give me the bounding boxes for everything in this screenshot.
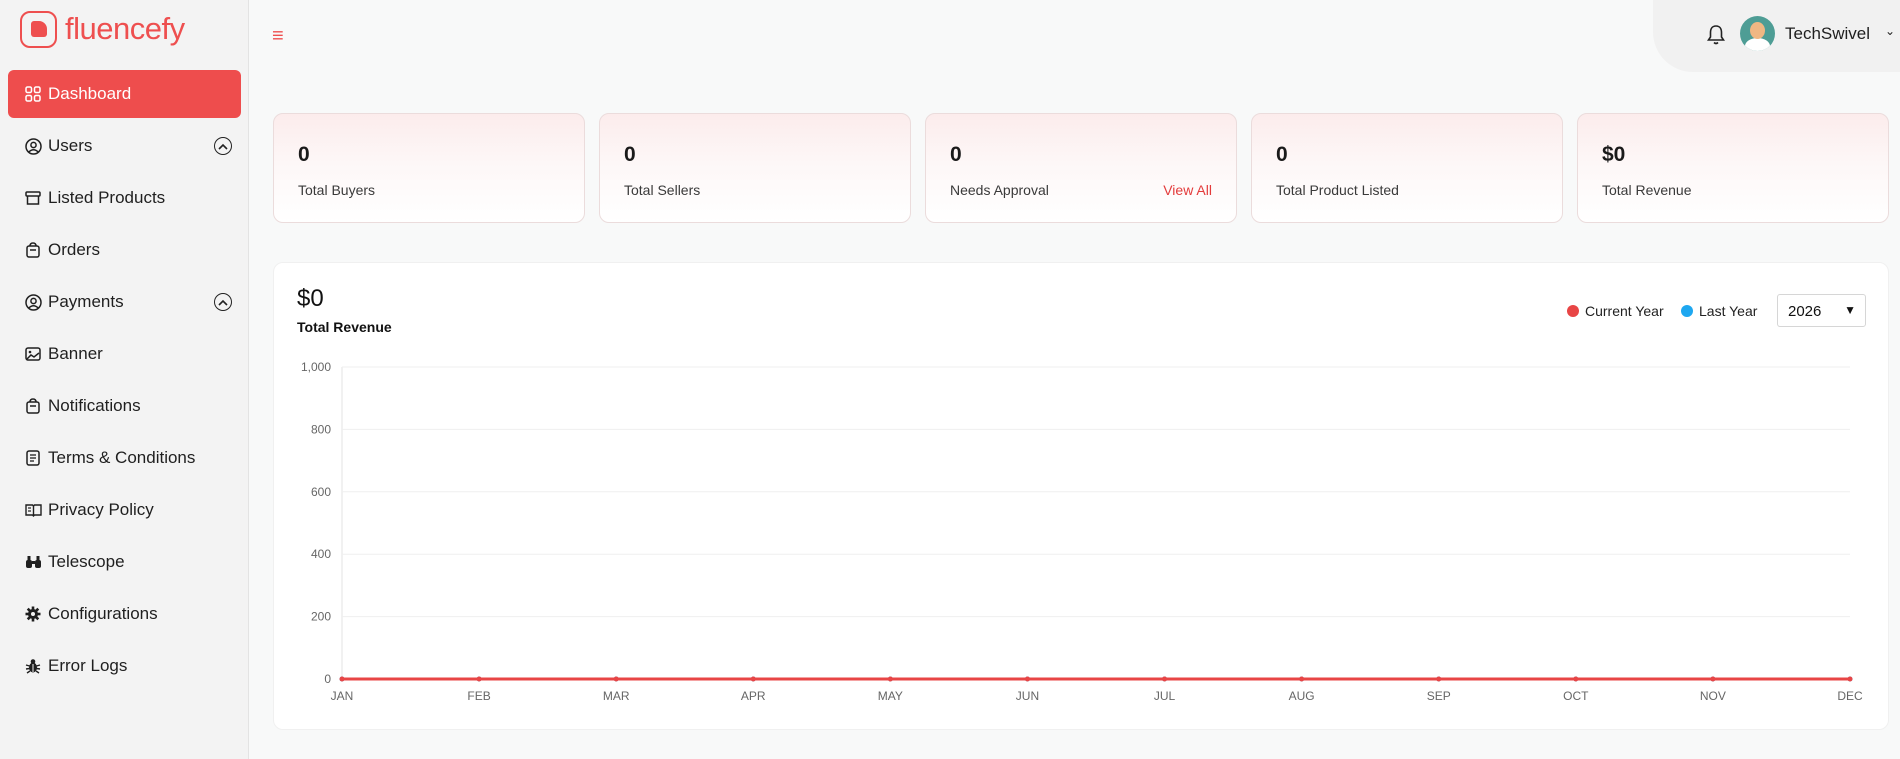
data-point-current-year[interactable] — [1299, 676, 1305, 682]
username[interactable]: TechSwivel — [1785, 24, 1870, 44]
image-icon — [24, 345, 42, 363]
data-point-current-year[interactable] — [1847, 676, 1853, 682]
sidebar-item-notifications[interactable]: Notifications — [8, 382, 241, 430]
sidebar: fluencefy Dashboard Users Listed Products O… — [0, 0, 249, 759]
archive-icon — [24, 189, 42, 207]
y-tick-label: 0 — [324, 672, 331, 686]
sidebar-item-label: Orders — [48, 240, 100, 259]
y-tick-label: 800 — [311, 422, 331, 436]
data-point-current-year[interactable] — [1162, 676, 1168, 682]
sidebar-item-configurations[interactable]: Configurations — [8, 590, 241, 638]
y-tick-label: 600 — [311, 485, 331, 499]
x-tick-label: FEB — [467, 689, 490, 703]
total-sellers-card: 0 Total Sellers — [599, 113, 911, 223]
stat-value: 0 — [624, 143, 636, 166]
sidebar-item-banner[interactable]: Banner — [8, 330, 241, 378]
sidebar-item-label: Payments — [48, 292, 124, 311]
stat-label: Needs Approval — [950, 182, 1049, 198]
x-tick-label: DEC — [1837, 689, 1863, 703]
document-icon — [24, 449, 42, 467]
chevron-down-icon[interactable]: ⌄ — [1885, 24, 1895, 38]
x-tick-label: SEP — [1427, 689, 1451, 703]
sidebar-item-label: Notifications — [48, 396, 141, 415]
data-point-current-year[interactable] — [1710, 676, 1716, 682]
bug-icon — [24, 657, 42, 675]
sidebar-item-terms-and-conditions[interactable]: Terms & Conditions — [8, 434, 241, 482]
view-all-link[interactable]: View All — [1163, 182, 1212, 198]
x-tick-label: JAN — [331, 689, 354, 703]
sidebar-item-privacy-policy[interactable]: Privacy Policy — [8, 486, 241, 534]
stat-label: Total Buyers — [298, 182, 376, 198]
user-bar: TechSwivel ⌄ — [1653, 0, 1900, 72]
x-tick-label: JUN — [1016, 689, 1039, 703]
stat-value: $0 — [1602, 143, 1626, 166]
sidebar-item-label: Banner — [48, 344, 103, 363]
app-name: fluencefy — [65, 11, 185, 46]
x-tick-label: MAR — [603, 689, 630, 703]
x-tick-label: JUL — [1154, 689, 1176, 703]
sidebar-item-label: Users — [48, 136, 93, 155]
stat-value: 0 — [1276, 143, 1288, 166]
stat-value: 0 — [950, 143, 962, 166]
menu-toggle-icon[interactable]: ≡ — [272, 25, 284, 48]
sidebar-item-payments[interactable]: Payments — [8, 278, 241, 326]
stat-label: Total Revenue — [1602, 182, 1692, 198]
revenue-chart-panel: $0 Total Revenue Current Year Last Year … — [273, 262, 1889, 730]
logo-icon — [20, 10, 57, 48]
binoculars-icon — [24, 553, 42, 571]
x-tick-label: OCT — [1563, 689, 1589, 703]
y-tick-label: 200 — [311, 610, 331, 624]
stat-value: 0 — [298, 143, 310, 166]
data-point-current-year[interactable] — [613, 676, 619, 682]
grid-icon — [24, 85, 42, 103]
sidebar-item-dashboard[interactable]: Dashboard — [8, 70, 241, 118]
gear-icon — [24, 605, 42, 623]
revenue-line-chart: 0 200 400 600 800 1,000 JAN FEB MAR APR MAY JUN JUL A… — [301, 360, 1863, 703]
x-tick-label: APR — [741, 689, 766, 703]
x-tick-label: AUG — [1289, 689, 1315, 703]
user-circle-icon — [24, 293, 42, 311]
bell-icon[interactable] — [1706, 24, 1726, 46]
sidebar-item-orders[interactable]: Orders — [8, 226, 241, 274]
total-buyers-card: 0 Total Buyers — [273, 113, 585, 223]
stat-label: Total Sellers — [624, 182, 701, 198]
sidebar-item-label: Error Logs — [48, 656, 128, 675]
bag-icon — [24, 397, 42, 415]
user-circle-icon — [24, 137, 42, 155]
sidebar-item-label: Telescope — [48, 552, 125, 571]
sidebar-nav: Dashboard Users Listed Products Orders Payme… — [8, 70, 241, 694]
sidebar-item-label: Privacy Policy — [48, 500, 154, 519]
data-point-current-year[interactable] — [1024, 676, 1030, 682]
total-product-listed-card: 0 Total Product Listed — [1251, 113, 1563, 223]
sidebar-item-label: Terms & Conditions — [48, 448, 196, 467]
chevron-up-circle-icon[interactable] — [214, 293, 232, 311]
y-tick-label: 400 — [311, 547, 331, 561]
sidebar-item-label: Dashboard — [48, 84, 132, 103]
x-tick-label: MAY — [878, 689, 903, 703]
bag-icon — [24, 241, 42, 259]
needs-approval-card: 0 Needs Approval View All — [925, 113, 1237, 223]
sidebar-item-error-logs[interactable]: Error Logs — [8, 642, 241, 690]
book-icon — [24, 501, 42, 519]
sidebar-item-listed-products[interactable]: Listed Products — [8, 174, 241, 222]
data-point-current-year[interactable] — [476, 676, 482, 682]
chevron-up-circle-icon[interactable] — [214, 137, 232, 155]
data-point-current-year[interactable] — [339, 676, 345, 682]
data-point-current-year[interactable] — [750, 676, 756, 682]
x-tick-label: NOV — [1700, 689, 1726, 703]
data-point-current-year[interactable] — [1573, 676, 1579, 682]
data-point-current-year[interactable] — [1436, 676, 1442, 682]
y-tick-label: 1,000 — [301, 360, 331, 374]
data-point-current-year[interactable] — [887, 676, 893, 682]
avatar[interactable] — [1740, 16, 1775, 51]
total-revenue-card: $0 Total Revenue — [1577, 113, 1889, 223]
sidebar-item-label: Listed Products — [48, 188, 166, 207]
app-logo[interactable]: fluencefy — [20, 10, 185, 48]
sidebar-item-telescope[interactable]: Telescope — [8, 538, 241, 586]
sidebar-item-users[interactable]: Users — [8, 122, 241, 170]
stat-label: Total Product Listed — [1276, 182, 1399, 198]
sidebar-item-label: Configurations — [48, 604, 158, 623]
